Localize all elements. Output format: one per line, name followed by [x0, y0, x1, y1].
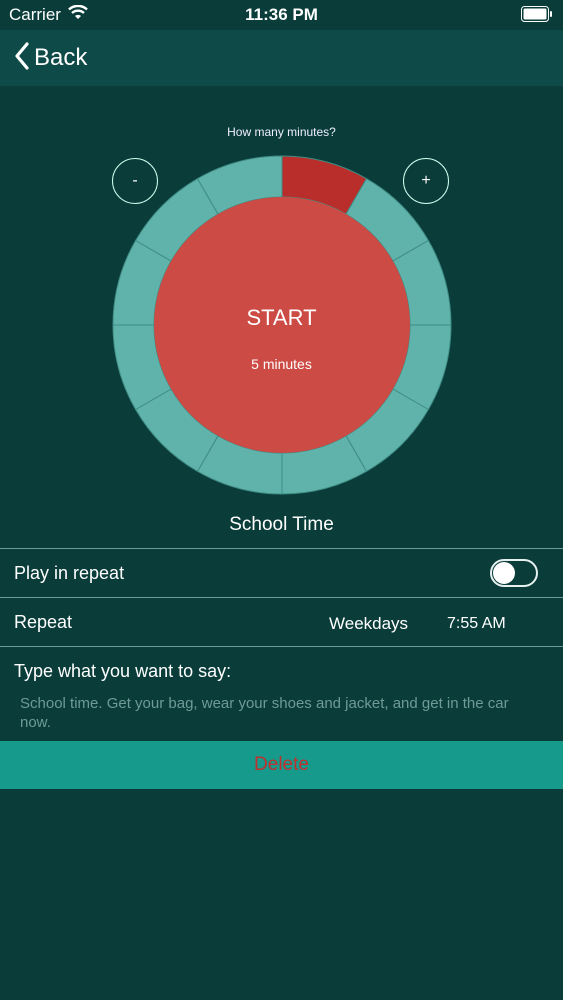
- play-in-repeat-row: Play in repeat: [0, 548, 563, 597]
- minutes-value: 5 minutes: [251, 356, 312, 372]
- message-input[interactable]: School time. Get your bag, wear your sho…: [20, 694, 540, 732]
- message-row: Type what you want to say: School time. …: [0, 646, 563, 741]
- repeat-time[interactable]: 7:55 AM: [447, 615, 506, 633]
- timer-name: School Time: [229, 514, 334, 535]
- back-button[interactable]: Back: [14, 40, 87, 76]
- message-label: Type what you want to say:: [14, 661, 232, 681]
- repeat-label: Repeat: [14, 612, 73, 632]
- back-label: Back: [34, 44, 88, 71]
- toggle-knob: [493, 562, 515, 584]
- delete-button[interactable]: Delete: [0, 741, 563, 789]
- status-bar: Carrier 11:36 PM: [0, 0, 563, 30]
- navigation-bar: Back: [0, 30, 563, 86]
- start-button[interactable]: START: [0, 305, 563, 331]
- decrease-minutes-button[interactable]: -: [112, 158, 158, 204]
- play-in-repeat-toggle[interactable]: [490, 559, 538, 587]
- repeat-row[interactable]: Repeat Weekdays 7:55 AM: [0, 597, 563, 646]
- battery-icon: [521, 6, 553, 27]
- chevron-left-icon: [14, 41, 30, 75]
- increase-minutes-button[interactable]: +: [403, 158, 449, 204]
- clock: 11:36 PM: [245, 5, 318, 24]
- repeat-days[interactable]: Weekdays: [329, 614, 408, 634]
- minutes-prompt: How many minutes?: [227, 125, 336, 139]
- play-in-repeat-label: Play in repeat: [14, 563, 125, 583]
